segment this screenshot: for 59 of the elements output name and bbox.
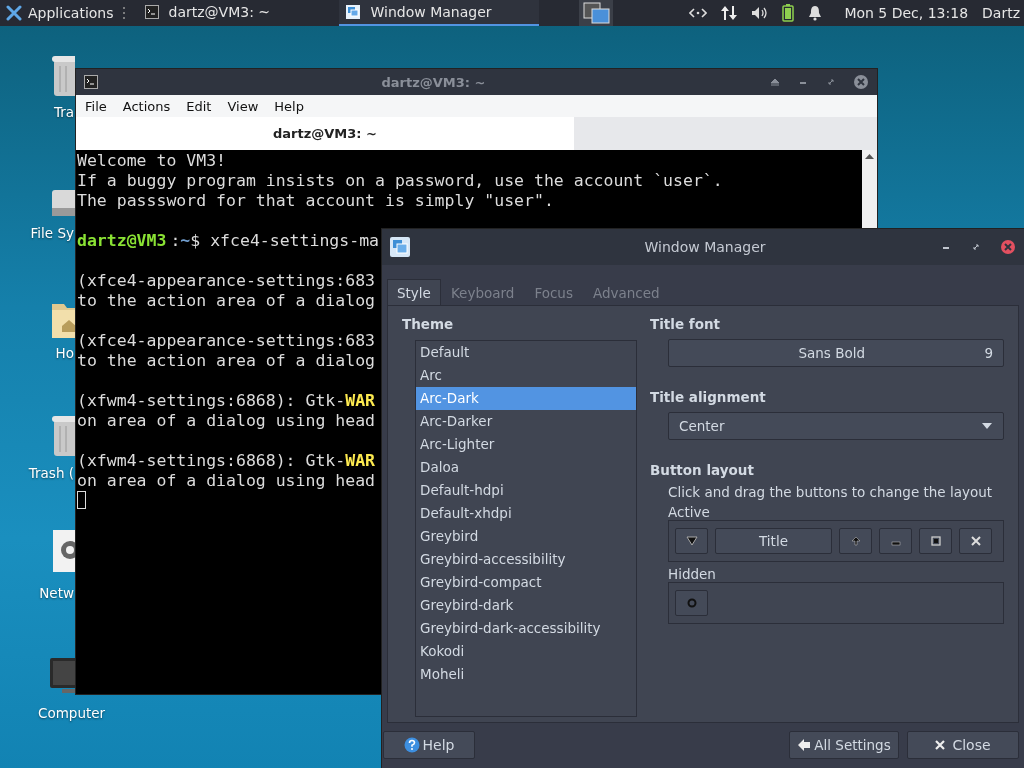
terminal-line: (xfce4-appearance-settings:683	[77, 331, 375, 351]
font-button[interactable]: Sans Bold 9	[668, 339, 1004, 367]
theme-list-item[interactable]: Default	[416, 341, 636, 364]
desktop-icon-label[interactable]: Netw	[39, 585, 74, 601]
taskbar-button[interactable]: Window Manager	[338, 0, 539, 26]
section-heading: Button layout	[650, 462, 755, 480]
theme-list-item[interactable]: Default-hdpi	[416, 479, 636, 502]
terminal-line: The passsword for that account is simply "user".	[77, 191, 554, 211]
terminal-tab[interactable]: dartz@VM3: ~	[76, 117, 574, 150]
window-title: Window Manager	[643, 239, 767, 255]
frame-label: Active	[668, 504, 711, 522]
menu-item[interactable]: File	[85, 98, 107, 114]
theme-list-item[interactable]: Greybird	[416, 525, 636, 548]
theme-list-item[interactable]: Daloa	[416, 456, 636, 479]
theme-list-item[interactable]: Greybird-dark-accessibility	[416, 617, 636, 640]
desktop-icon-label[interactable]: Trash (	[28, 465, 74, 481]
menu-item[interactable]: Help	[274, 98, 304, 114]
applications-menu[interactable]: Applications	[0, 0, 118, 26]
theme-list-item[interactable]: Arc-Darker	[416, 410, 636, 433]
taskbar-button[interactable]: dartz@VM3: ~	[138, 0, 339, 26]
theme-list-item[interactable]: Moheli	[416, 663, 636, 686]
section-heading: Theme	[402, 316, 455, 334]
close-button[interactable]: Close	[907, 731, 1019, 759]
terminal-line: (xfce4-appearance-settings:683	[77, 271, 375, 291]
terminal-line: dartz@VM3 :~$ xfce4-settings-ma	[77, 231, 380, 251]
section-heading: Title alignment	[650, 389, 767, 407]
theme-list-item[interactable]: Greybird-compact	[416, 571, 636, 594]
terminal-line: (xfwm4-settings:6868): Gtk-WAR	[77, 451, 376, 471]
window-title: dartz@VM3: ~	[380, 74, 487, 90]
theme-list-item[interactable]: Arc	[416, 364, 636, 387]
menu-item[interactable]: View	[227, 98, 259, 114]
clock[interactable]: Mon 5 Dec, 13:18	[844, 5, 969, 21]
all-settings-button[interactable]: All Settings	[789, 731, 899, 759]
theme-list-item[interactable]: Arc-Lighter	[416, 433, 636, 456]
desktop-icon-label[interactable]: File Sy	[30, 225, 74, 241]
desktop-icon-label[interactable]: Tra	[53, 104, 74, 120]
theme-list-item[interactable]: Greybird-dark	[416, 594, 636, 617]
terminal-line: on area of a dialog using head	[77, 471, 375, 491]
terminal-line: (xfwm4-settings:6868): Gtk-WAR	[77, 391, 376, 411]
hint-text: Click and drag the buttons to change the layout	[668, 484, 994, 500]
terminal-line: to the action area of a dialog	[77, 291, 375, 311]
menu-item[interactable]: Actions	[122, 98, 171, 114]
desktop-icon-label[interactable]: Computer	[38, 705, 106, 721]
desktop-icon-label[interactable]: Ho	[55, 345, 74, 361]
theme-list-item[interactable]: Kokodi	[416, 640, 636, 663]
section-heading: Title font	[650, 316, 721, 334]
terminal-line: to the action area of a dialog	[77, 351, 375, 371]
user-name[interactable]: Dartz	[982, 5, 1020, 21]
alignment-dropdown[interactable]: Center	[668, 412, 1004, 440]
theme-list-item[interactable]: Greybird-accessibility	[416, 548, 636, 571]
terminal-line: Welcome to VM3!	[77, 151, 226, 171]
help-button[interactable]: Help	[383, 731, 475, 759]
theme-list-item[interactable]: Default-xhdpi	[416, 502, 636, 525]
terminal-line: on area of a dialog using head	[77, 411, 375, 431]
terminal-line: If a buggy program insists on a password, use the account `user`.	[77, 171, 723, 191]
title-button[interactable]: Title	[715, 528, 832, 554]
tab[interactable]: Style	[387, 279, 441, 305]
frame-label: Hidden	[668, 566, 717, 584]
menu-item[interactable]: Edit	[186, 98, 212, 114]
